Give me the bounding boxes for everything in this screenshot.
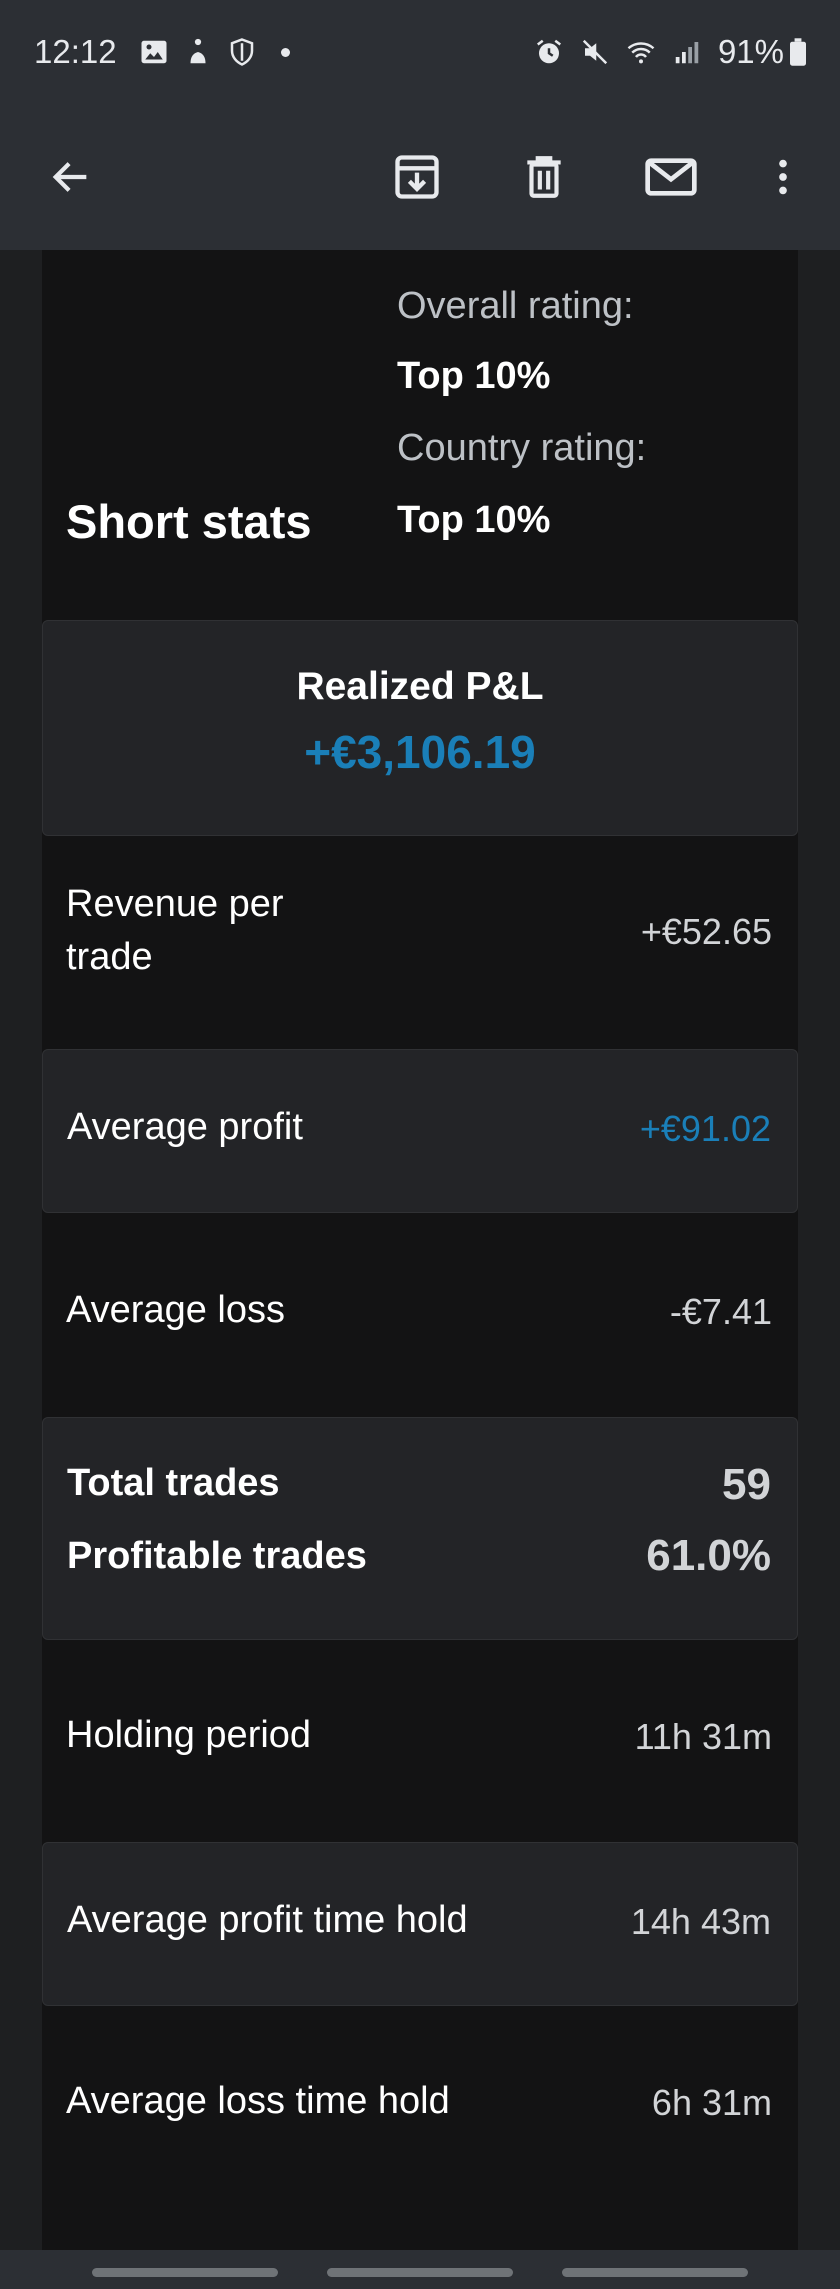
avg-loss-time-hold-row: Average loss time hold 6h 31m — [42, 2006, 798, 2250]
country-rating-value: Top 10% — [397, 499, 551, 541]
avg-loss-time-hold-value: 6h 31m — [651, 2082, 772, 2123]
mute-icon — [582, 39, 608, 65]
shield-icon — [230, 38, 253, 66]
nav-home-handle[interactable] — [327, 2268, 513, 2277]
back-arrow-icon — [52, 162, 87, 192]
image-icon — [141, 40, 167, 64]
average-profit-row: Average profit +€91.02 — [42, 1049, 798, 1213]
page-title: Short stats — [66, 495, 312, 548]
battery-icon — [790, 38, 806, 66]
delete-icon — [527, 156, 561, 198]
battery-percent: 91% — [717, 33, 784, 70]
mail-icon — [645, 158, 697, 196]
status-time: 12:12 — [34, 33, 117, 70]
archive-icon — [395, 155, 439, 199]
profitable-trades-label: Profitable trades — [67, 1535, 367, 1577]
holding-period-label: Holding period — [66, 1714, 312, 1756]
trades-card: Total trades 59 Profitable trades 61.0% — [42, 1417, 798, 1640]
status-left: 12:12 — [34, 33, 290, 71]
avg-loss-time-hold-label: Average loss time hold — [66, 2080, 450, 2122]
realized-pl-label: Realized P&L — [296, 665, 544, 708]
avg-profit-time-hold-row: Average profit time hold 14h 43m — [42, 1842, 798, 2006]
nav-back-handle[interactable] — [562, 2268, 748, 2277]
wifi-icon — [627, 42, 655, 64]
average-profit-label: Average profit — [67, 1106, 303, 1148]
nav-recents-handle[interactable] — [92, 2268, 278, 2277]
realized-pl-card: Realized P&L +€3,106.19 — [42, 620, 798, 836]
notification-dot-icon — [280, 47, 290, 57]
average-loss-label: Average loss — [66, 1289, 285, 1331]
profitable-trades-value: 61.0% — [646, 1531, 771, 1580]
avg-profit-time-hold-label: Average profit time hold — [67, 1899, 468, 1941]
total-trades-label: Total trades — [67, 1462, 280, 1504]
stats-header: Short stats Overall rating: Top 10% Coun… — [42, 250, 798, 610]
avg-profit-time-hold-value: 14h 43m — [630, 1901, 771, 1942]
more-options-button[interactable] — [745, 139, 821, 215]
more-vert-icon — [779, 159, 787, 195]
delete-button[interactable] — [506, 139, 582, 215]
status-right: 91% — [534, 33, 806, 71]
average-profit-value: +€91.02 — [639, 1108, 771, 1149]
country-rating-label: Country rating: — [397, 427, 647, 469]
back-button[interactable] — [33, 139, 109, 215]
revenue-per-trade-label: Revenue per trade — [66, 883, 284, 978]
accessibility-icon — [190, 38, 206, 64]
email-body: Short stats Overall rating: Top 10% Coun… — [42, 250, 798, 2250]
archive-button[interactable] — [379, 139, 455, 215]
total-trades-value: 59 — [722, 1460, 771, 1509]
navigation-bar — [0, 2250, 840, 2289]
revenue-per-trade-value: +€52.65 — [640, 911, 772, 952]
mark-unread-button[interactable] — [633, 139, 709, 215]
average-loss-value: -€7.41 — [669, 1291, 772, 1332]
overall-rating-label: Overall rating: — [397, 285, 634, 327]
alarm-icon — [536, 39, 561, 64]
realized-pl-value: +€3,106.19 — [304, 726, 536, 778]
app-bar — [0, 104, 840, 250]
overall-rating-value: Top 10% — [397, 355, 551, 397]
holding-period-value: 11h 31m — [634, 1716, 772, 1757]
signal-icon — [675, 42, 699, 64]
status-bar: 12:12 91% — [0, 0, 840, 104]
